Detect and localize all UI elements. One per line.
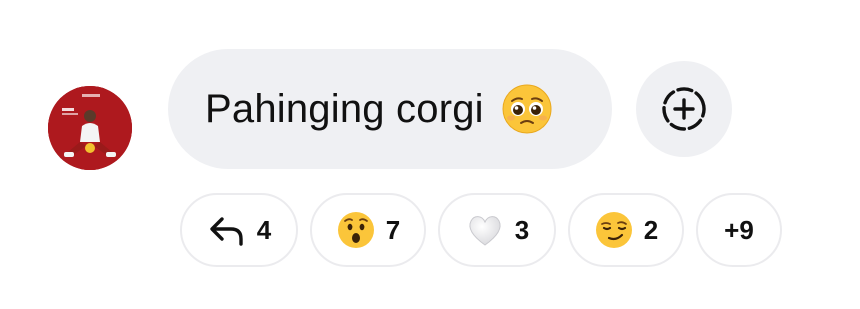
reaction-count: 3 [514,214,530,245]
more-reactions-button[interactable]: +9 [696,193,782,267]
reaction-pill-reply[interactable]: 4 [180,193,298,267]
more-reactions-label: +9 [724,214,754,245]
reaction-pill-astonished[interactable]: 7 [310,193,426,267]
reaction-count: 4 [256,214,272,245]
add-reaction-button[interactable] [636,61,732,157]
reaction-pill-white-heart[interactable]: 3 [438,193,556,267]
reaction-count: 2 [643,214,659,245]
white-heart-emoji [469,216,501,246]
avatar[interactable] [48,86,132,170]
reaction-pill-smirking[interactable]: 2 [568,193,684,267]
message-text: Pahinging corgi [205,86,484,131]
reaction-count: 7 [385,214,401,245]
avatar-image [48,86,132,170]
add-reaction-icon [662,87,706,131]
reply-arrow-icon [210,217,243,246]
smirking-face-emoji [595,212,632,248]
pleading-face-emoji [502,84,552,134]
astonished-face-emoji [337,212,374,248]
message-bubble[interactable]: Pahinging corgi [168,49,612,169]
